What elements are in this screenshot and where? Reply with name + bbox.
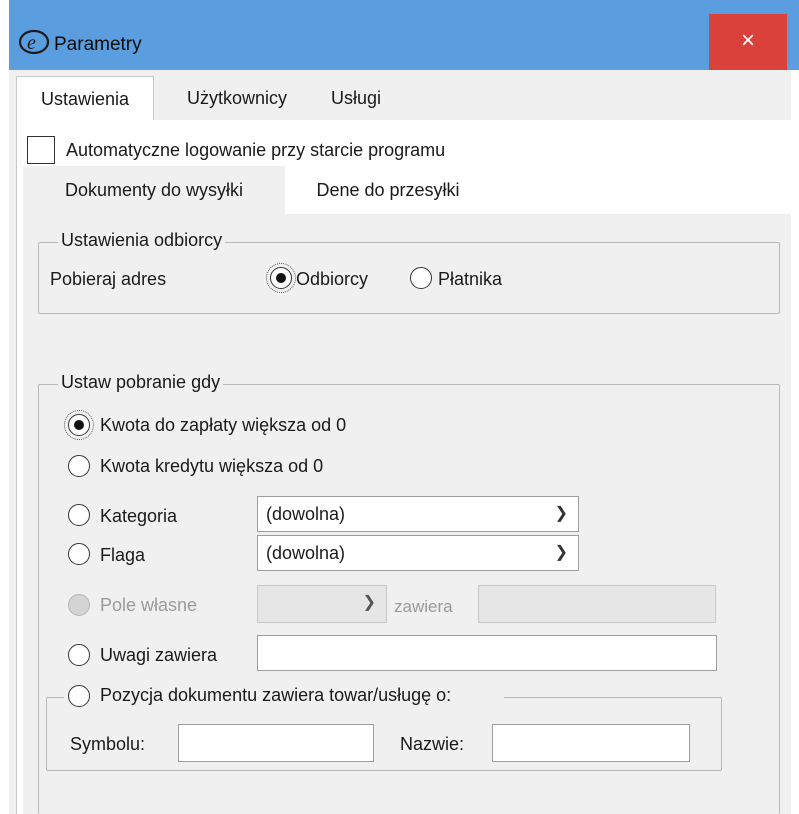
symbol-input[interactable] [178, 724, 374, 762]
chevron-down-icon: ❯ [554, 544, 568, 561]
radio-uwagi-label: Uwagi zawiera [100, 645, 218, 665]
radio-kategoria-label: Kategoria [100, 506, 178, 526]
tab-uslugi[interactable]: Usługi [316, 76, 396, 120]
radio-flaga-label: Flaga [100, 545, 146, 565]
autologin-checkbox[interactable] [27, 136, 55, 164]
radio-pole-wlasne-label: Pole własne [100, 595, 198, 615]
recipient-settings-legend: Ustawienia odbiorcy [58, 230, 226, 251]
window-title: Parametry [54, 34, 142, 55]
radio-platnika-label: Płatnika [438, 269, 503, 289]
category-select[interactable]: (dowolna) ❯ [257, 496, 579, 532]
subtab-dene[interactable]: Dene do przesyłki [285, 166, 491, 214]
flag-select-value: (dowolna) [266, 543, 346, 563]
radio-pozycja-label: Pozycja dokumentu zawiera towar/usługę o… [100, 685, 452, 705]
contains-label: zawiera [394, 597, 453, 616]
notes-input[interactable] [257, 635, 717, 671]
subtab-dokumenty[interactable]: Dokumenty do wysyłki [23, 166, 285, 214]
radio-platnika[interactable] [410, 267, 432, 289]
close-button[interactable]: × [709, 14, 787, 70]
symbol-label: Symbolu: [70, 734, 146, 754]
radio-pole-wlasne[interactable] [68, 594, 90, 616]
radio-kwota-kredytu[interactable] [68, 455, 90, 477]
chevron-down-icon: ❯ [362, 594, 376, 611]
custom-field-select[interactable]: ❯ [257, 585, 387, 623]
cod-settings-legend: Ustaw pobranie gdy [58, 372, 224, 393]
autologin-label: Automatyczne logowanie przy starcie prog… [66, 140, 446, 160]
radio-odbiorcy[interactable] [270, 267, 292, 289]
radio-flaga[interactable] [68, 543, 90, 565]
chevron-down-icon: ❯ [554, 505, 568, 522]
radio-odbiorcy-label: Odbiorcy [296, 269, 369, 289]
radio-pozycja[interactable] [68, 685, 90, 707]
custom-field-contains-input[interactable] [478, 585, 716, 623]
app-logo-icon: e [18, 29, 50, 55]
address-source-label: Pobieraj adres [50, 269, 167, 289]
radio-kategoria[interactable] [68, 504, 90, 526]
radio-uwagi[interactable] [68, 644, 90, 666]
tab-uzytkownicy[interactable]: Użytkownicy [164, 76, 310, 120]
radio-kwota-kredytu-label: Kwota kredytu większa od 0 [100, 456, 324, 476]
svg-text:e: e [27, 32, 36, 54]
name-label: Nazwie: [400, 734, 465, 754]
name-input[interactable] [492, 724, 690, 762]
radio-kwota-zaplaty[interactable] [68, 414, 90, 436]
flag-select[interactable]: (dowolna) ❯ [257, 535, 579, 571]
tab-ustawienia[interactable]: Ustawienia [16, 76, 154, 121]
window-edge [791, 70, 799, 814]
radio-kwota-zaplaty-label: Kwota do zapłaty większa od 0 [100, 415, 347, 435]
category-select-value: (dowolna) [266, 504, 346, 524]
